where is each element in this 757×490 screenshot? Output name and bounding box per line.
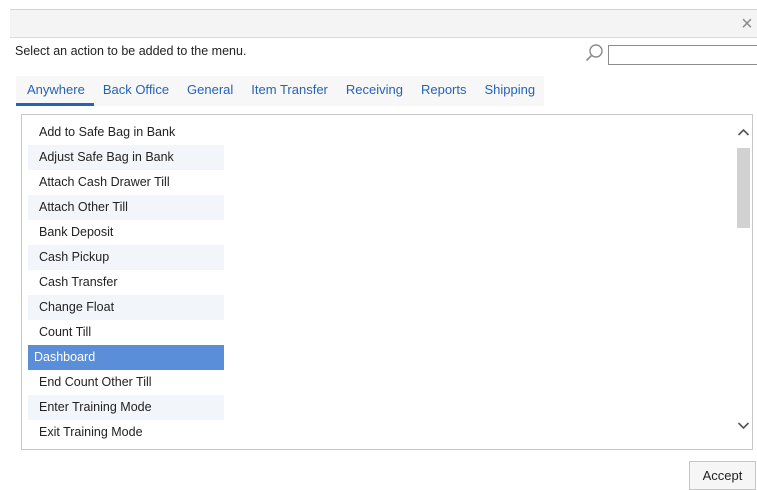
- list-item[interactable]: Adjust Safe Bag in Bank: [28, 145, 224, 170]
- chevron-up-icon[interactable]: [735, 123, 752, 141]
- scrollbar-thumb[interactable]: [737, 148, 750, 228]
- dialog-title-bar: ×: [10, 9, 757, 38]
- list-item[interactable]: End Count Other Till: [28, 370, 224, 395]
- list-item[interactable]: Dashboard: [28, 345, 224, 370]
- list-item[interactable]: Cash Pickup: [28, 245, 224, 270]
- scrollbar[interactable]: [735, 115, 752, 449]
- tab-reports[interactable]: Reports: [412, 76, 476, 106]
- list-item[interactable]: Attach Other Till: [28, 195, 224, 220]
- tab-item-transfer[interactable]: Item Transfer: [242, 76, 337, 106]
- list-item[interactable]: Cash Transfer: [28, 270, 224, 295]
- tab-general[interactable]: General: [178, 76, 242, 106]
- list-item[interactable]: Attach Cash Drawer Till: [28, 170, 224, 195]
- category-tabs: Anywhere Back Office General Item Transfer R…: [16, 76, 545, 106]
- list-item[interactable]: Exit Training Mode: [28, 420, 224, 445]
- action-list: Add to Safe Bag in Bank Adjust Safe Bag i…: [28, 120, 224, 445]
- list-item[interactable]: Bank Deposit: [28, 220, 224, 245]
- accept-button[interactable]: Accept: [689, 461, 756, 490]
- tab-shipping[interactable]: Shipping: [476, 76, 545, 106]
- tab-back-office[interactable]: Back Office: [94, 76, 178, 106]
- tab-anywhere[interactable]: Anywhere: [16, 76, 94, 106]
- list-item[interactable]: Count Till: [28, 320, 224, 345]
- list-item[interactable]: Enter Training Mode: [28, 395, 224, 420]
- list-item[interactable]: Add to Safe Bag in Bank: [28, 120, 224, 145]
- search-input[interactable]: [608, 45, 757, 65]
- action-list-panel: Add to Safe Bag in Bank Adjust Safe Bag i…: [21, 114, 753, 450]
- chevron-down-icon[interactable]: [735, 417, 752, 435]
- close-icon[interactable]: ×: [737, 13, 757, 35]
- instruction-text: Select an action to be added to the menu…: [15, 44, 247, 58]
- search-icon[interactable]: [584, 42, 606, 64]
- list-item[interactable]: Change Float: [28, 295, 224, 320]
- tab-receiving[interactable]: Receiving: [337, 76, 412, 106]
